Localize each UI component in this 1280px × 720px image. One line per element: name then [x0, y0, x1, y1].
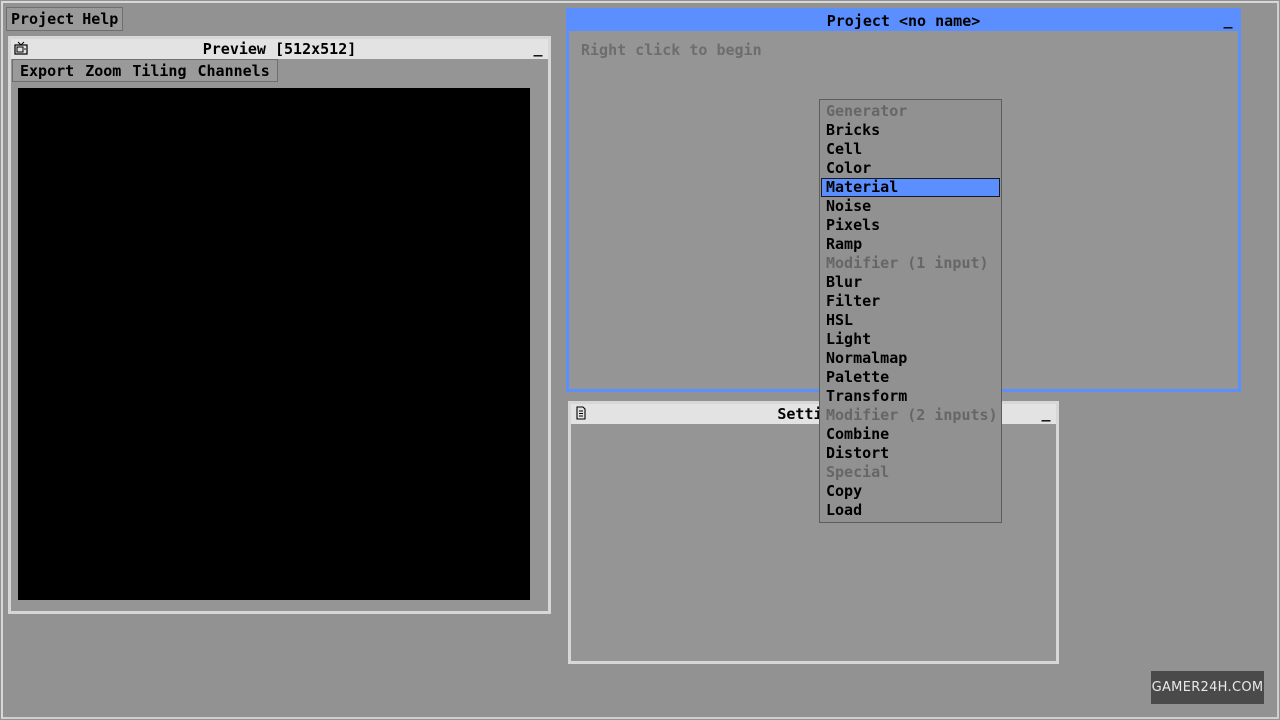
document-icon: [576, 406, 586, 420]
menu-item-pixels[interactable]: Pixels: [820, 216, 1001, 235]
preview-canvas[interactable]: [18, 88, 530, 600]
menu-item-hsl[interactable]: HSL: [820, 311, 1001, 330]
preview-title: Preview [512x512]: [202, 40, 357, 58]
menu-item-copy[interactable]: Copy: [820, 482, 1001, 501]
menu-item-cell[interactable]: Cell: [820, 140, 1001, 159]
preview-menu-channels[interactable]: Channels: [198, 62, 270, 80]
menu-item-blur[interactable]: Blur: [820, 273, 1001, 292]
preview-panel: Preview [512x512] _ Export Zoom Tiling C…: [8, 36, 551, 614]
menu-project[interactable]: Project: [11, 10, 74, 28]
watermark: GAMER24H.COM: [1151, 671, 1264, 704]
menu-item-palette[interactable]: Palette: [820, 368, 1001, 387]
menu-section-generator: Generator: [826, 102, 908, 120]
menu-item-material[interactable]: Material: [821, 178, 1000, 197]
menu-item-distort[interactable]: Distort: [820, 444, 1001, 463]
menu-help[interactable]: Help: [82, 10, 118, 28]
menu-section-special: Special: [826, 463, 890, 481]
menu-item-bricks[interactable]: Bricks: [820, 121, 1001, 140]
preview-menu-tiling[interactable]: Tiling: [132, 62, 186, 80]
menu-item-normalmap[interactable]: Normalmap: [820, 349, 1001, 368]
menu-item-filter[interactable]: Filter: [820, 292, 1001, 311]
project-hint: Right click to begin: [581, 41, 762, 59]
preview-menu-export[interactable]: Export: [20, 62, 74, 80]
menu-item-combine[interactable]: Combine: [820, 425, 1001, 444]
project-minimize-button[interactable]: _: [1221, 12, 1235, 28]
project-titlebar[interactable]: Project <no name> _: [569, 11, 1238, 31]
menu-item-light[interactable]: Light: [820, 330, 1001, 349]
preview-titlebar[interactable]: Preview [512x512] _: [11, 39, 548, 59]
preview-minimize-button[interactable]: _: [531, 40, 545, 56]
settings-minimize-button[interactable]: _: [1039, 405, 1053, 421]
menu-section-modifier-2-inputs: Modifier (2 inputs): [826, 406, 998, 424]
preview-menu-zoom[interactable]: Zoom: [85, 62, 121, 80]
preview-toolbar: Export Zoom Tiling Channels: [12, 59, 278, 82]
menu-section-modifier-1-input: Modifier (1 input): [826, 254, 989, 272]
main-menubar: Project Help: [6, 7, 124, 31]
menu-item-load[interactable]: Load: [820, 501, 1001, 520]
menu-item-color[interactable]: Color: [820, 159, 1001, 178]
node-context-menu: Generator Bricks Cell Color Material Noise Pix…: [819, 99, 1002, 523]
project-title: Project <no name>: [826, 12, 981, 30]
menu-item-noise[interactable]: Noise: [820, 197, 1001, 216]
tv-icon: [14, 41, 28, 55]
menu-item-ramp[interactable]: Ramp: [820, 235, 1001, 254]
menu-item-transform[interactable]: Transform: [820, 387, 1001, 406]
